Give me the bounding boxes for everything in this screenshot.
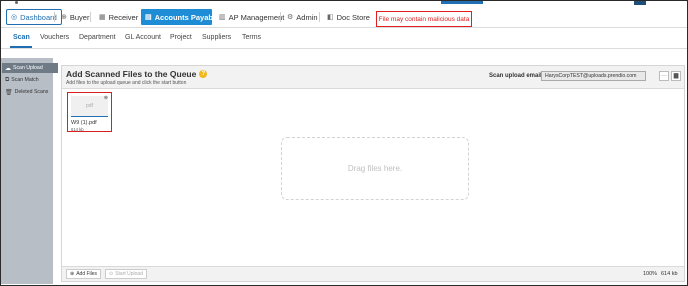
nav-dashboard-label: Dashboard xyxy=(20,12,57,22)
buyer-icon: ⊕ xyxy=(61,14,67,21)
nav-admin-label: Admin xyxy=(296,12,318,22)
nav-buyer-label: Buyer xyxy=(69,12,90,22)
match-icon: ⧉ xyxy=(5,76,10,83)
tab-terms[interactable]: Terms xyxy=(242,34,261,41)
add-files-label: Add Files xyxy=(76,271,98,277)
start-upload-button[interactable]: ⊙ Start Upload xyxy=(105,269,147,279)
top-strip xyxy=(1,1,687,5)
malicious-file-warning: File may contain malicious data xyxy=(376,11,472,27)
nav-accounts-payable-label: Accounts Payable xyxy=(154,12,220,22)
nav-divider xyxy=(90,12,91,22)
queued-file-card[interactable]: pdf ⊗ W9 (1).pdf 614 kb xyxy=(67,92,112,132)
strip-dot xyxy=(15,1,18,4)
file-name: W9 (1).pdf xyxy=(71,120,97,126)
sidebar-item-label: Scan Upload xyxy=(13,65,43,71)
panel-subtitle: Add files to the upload queue and click … xyxy=(66,80,187,86)
tab-vouchers[interactable]: Vouchers xyxy=(40,34,69,41)
sidebar-item-label: Deleted Scans xyxy=(14,89,49,95)
upload-panel: Add Scanned Files to the Queue ? Add fil… xyxy=(61,65,685,282)
more-options-button[interactable]: ··· xyxy=(659,71,669,81)
upload-percent: 100% xyxy=(643,271,658,277)
start-upload-label: Start Upload xyxy=(115,271,143,277)
file-size: 614 kb xyxy=(71,127,84,132)
gear-icon: ⚙ xyxy=(287,14,294,21)
panel-header: Add Scanned Files to the Queue ? Add fil… xyxy=(62,66,684,89)
upload-circle-icon: ⊙ xyxy=(109,271,114,277)
tab-department[interactable]: Department xyxy=(79,34,116,41)
nav-doc-store-label: Doc Store xyxy=(336,12,370,22)
drop-zone-text: Drag files here. xyxy=(347,164,403,173)
strip-accent-small xyxy=(634,1,646,5)
nav-divider xyxy=(54,12,55,22)
nav-buyer[interactable]: ⊕ Buyer xyxy=(57,9,93,25)
total-size: 614 kb xyxy=(661,271,678,277)
tab-project[interactable]: Project xyxy=(170,34,192,41)
sidebar: ☁ Scan Upload ⧉ Scan Match 🗑 Deleted Sca… xyxy=(1,58,58,284)
strip-accent xyxy=(441,1,483,4)
nav-ap-management-label: AP Management xyxy=(228,12,285,22)
calendar-icon: ▦ xyxy=(99,14,106,21)
tab-scan[interactable]: Scan xyxy=(13,34,30,41)
panel-title: Add Scanned Files to the Queue ? xyxy=(66,69,208,79)
add-files-button[interactable]: ⊕ Add Files xyxy=(66,269,102,279)
document-icon: ▤ xyxy=(145,14,152,21)
sidebar-active-arrow xyxy=(53,63,58,73)
help-icon[interactable]: ? xyxy=(199,70,208,78)
trash-icon: 🗑 xyxy=(5,89,13,96)
remove-file-icon[interactable]: ⊗ xyxy=(104,95,108,101)
nav-divider xyxy=(280,12,281,22)
panel-footer: ⊕ Add Files ⊙ Start Upload 100% 614 kb xyxy=(62,266,684,281)
panel-title-text: Add Scanned Files to the Queue xyxy=(66,69,197,79)
active-tab-indicator xyxy=(10,46,32,48)
sidebar-item-scan-match[interactable]: ⧉ Scan Match xyxy=(2,75,58,85)
sidebar-item-scan-upload[interactable]: ☁ Scan Upload xyxy=(2,63,58,73)
top-nav: ◎ Dashboard ⊕ Buyer ▦ Receiver ▤ Account… xyxy=(1,6,687,28)
sidebar-item-deleted-scans[interactable]: 🗑 Deleted Scans xyxy=(2,87,58,97)
scan-email-label: Scan upload email xyxy=(489,73,542,79)
cloud-upload-icon: ☁ xyxy=(5,65,11,72)
folder-button[interactable]: ▆ xyxy=(671,71,681,81)
nav-doc-store[interactable]: ◧ Doc Store xyxy=(323,9,374,25)
nav-admin[interactable]: ⚙ Admin xyxy=(283,9,322,25)
doc-store-icon: ◧ xyxy=(327,14,334,21)
nav-receiver[interactable]: ▦ Receiver xyxy=(95,9,142,25)
tab-gl-account[interactable]: GL Account xyxy=(125,34,161,41)
sub-nav: Scan Vouchers Department GL Account Proj… xyxy=(1,29,687,49)
tab-suppliers[interactable]: Suppliers xyxy=(202,34,231,41)
sidebar-item-label: Scan Match xyxy=(11,77,39,83)
invoice-icon: ▥ xyxy=(219,14,226,21)
file-drop-zone[interactable]: Drag files here. xyxy=(281,137,469,200)
nav-divider xyxy=(319,12,320,22)
nav-accounts-payable[interactable]: ▤ Accounts Payable xyxy=(141,9,219,25)
nav-receiver-label: Receiver xyxy=(108,12,139,22)
scan-email-field[interactable]: HarysCorpTEST@uploads.prendio.com xyxy=(541,71,646,81)
file-thumbnail: pdf xyxy=(71,96,108,117)
dashboard-icon: ◎ xyxy=(11,14,18,21)
plus-circle-icon: ⊕ xyxy=(70,271,75,277)
nav-ap-management[interactable]: ▥ AP Management xyxy=(215,9,288,25)
